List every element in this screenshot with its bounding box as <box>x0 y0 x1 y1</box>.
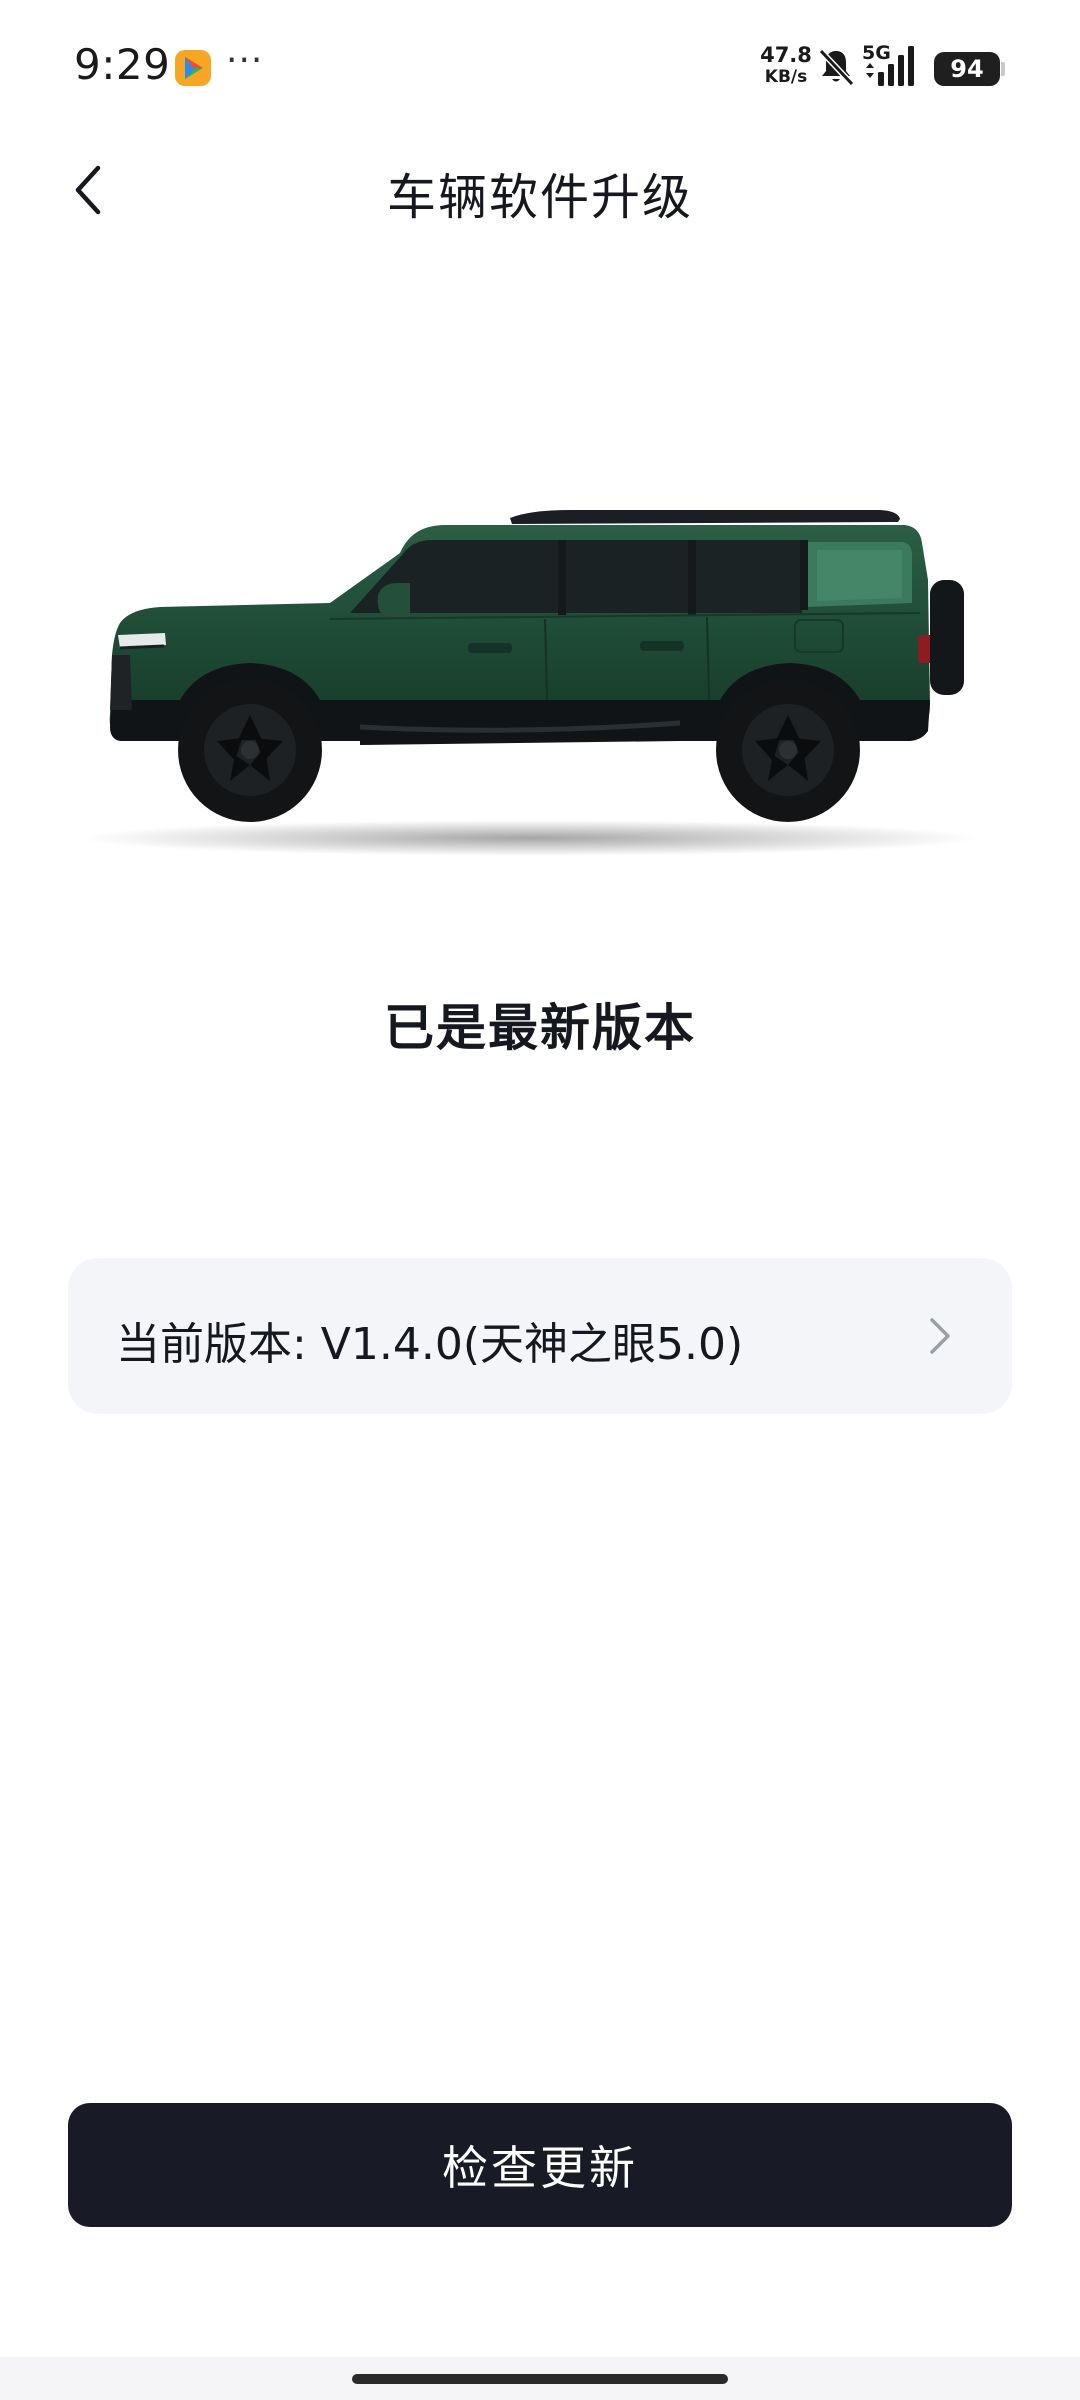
net-speed-unit: KB/s <box>764 67 808 87</box>
more-notifications-indicator: ··· <box>226 40 264 81</box>
check-update-button[interactable]: 检查更新 <box>68 2103 1012 2227</box>
software-upgrade-screen: 9:29 ··· 47.8 KB/s 5G 94 车辆软件升级 已是最新版本 当… <box>0 0 1080 2400</box>
page-title: 车辆软件升级 <box>386 169 693 226</box>
update-status-message: 已是最新版本 <box>384 999 696 1057</box>
app-store-icon <box>175 50 211 86</box>
status-time: 9:29 <box>74 40 171 89</box>
net-speed-value: 47.8 <box>760 43 812 67</box>
battery-tip <box>1001 62 1005 76</box>
battery-level: 94 <box>950 55 984 83</box>
home-indicator[interactable] <box>352 2374 728 2384</box>
battery-icon: 94 <box>934 52 1000 86</box>
mobile-network: 5G <box>862 42 924 88</box>
current-version-label: 当前版本: V1.4.0(天神之眼5.0) <box>116 1319 744 1370</box>
current-version-row[interactable]: 当前版本: V1.4.0(天神之眼5.0) <box>68 1258 1012 1414</box>
bell-off-icon <box>818 48 855 87</box>
chevron-right-icon <box>930 1318 950 1354</box>
suv-image <box>80 510 980 856</box>
net-speed: 47.8 KB/s <box>758 44 814 88</box>
status-bar: 9:29 ··· 47.8 KB/s 5G 94 <box>0 0 1080 135</box>
signal-icon <box>866 46 914 86</box>
